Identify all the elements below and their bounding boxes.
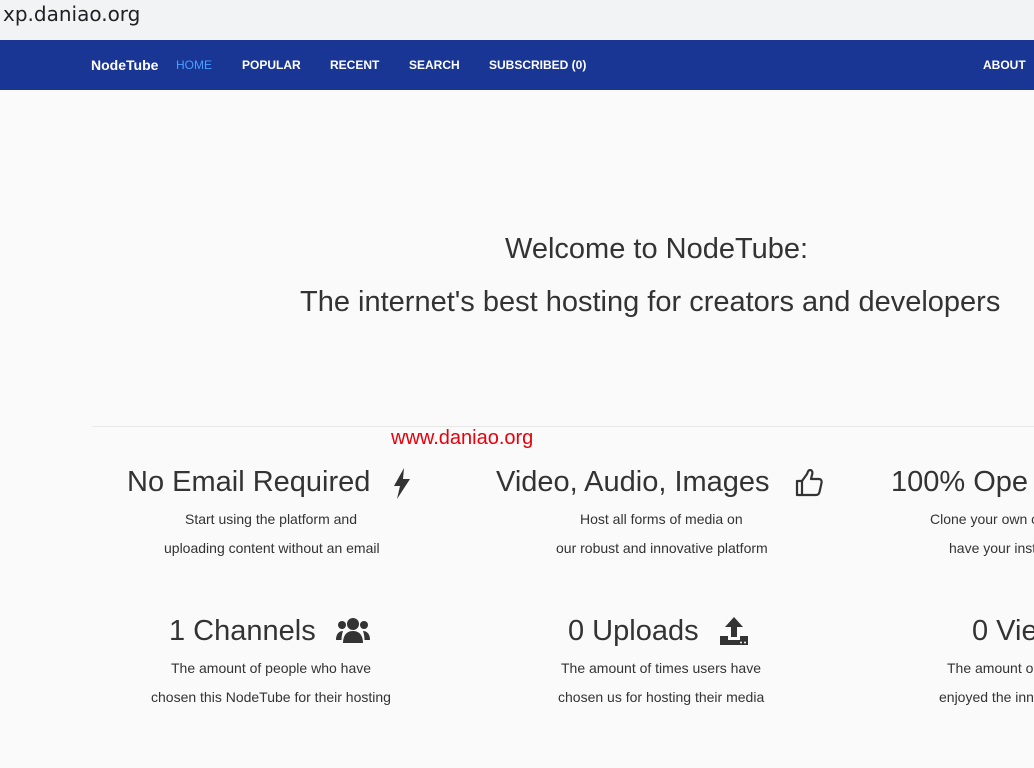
feature-title-no-email: No Email Required [127,466,371,498]
nav-recent[interactable]: RECENT [330,40,379,90]
nav-search[interactable]: SEARCH [409,40,460,90]
upload-icon [720,617,748,645]
feature-desc-open-source-1: Clone your own c [930,511,1034,527]
stat-title-uploads: 0 Uploads [568,615,699,647]
stat-desc-channels-2: chosen this NodeTube for their hosting [151,689,391,705]
brand-link[interactable]: NodeTube [91,40,158,90]
browser-url-bar[interactable]: xp.daniao.org [0,0,1034,40]
users-icon [336,618,370,643]
thumbs-up-icon [795,469,823,497]
nav-about[interactable]: ABOUT [983,40,1026,90]
hero-subtitle: The internet's best hosting for creators… [300,286,1001,318]
stat-desc-channels-1: The amount of people who have [171,660,372,676]
nav-subscribed[interactable]: SUBSCRIBED (0) [489,40,586,90]
hero-title: Welcome to NodeTube: [505,233,809,265]
feature-title-media: Video, Audio, Images [496,466,770,498]
top-navbar: NodeTube HOME POPULAR RECENT SEARCH SUBS… [0,40,1034,90]
nav-home[interactable]: HOME [176,40,212,90]
section-divider [92,426,1034,427]
feature-desc-media-1: Host all forms of media on [580,511,743,527]
feature-desc-no-email-1: Start using the platform and [185,511,357,527]
stat-title-views: 0 Vie [972,615,1034,647]
stat-desc-uploads-2: chosen us for hosting their media [558,689,765,705]
feature-desc-media-2: our robust and innovative platform [556,540,768,556]
bolt-icon [394,468,410,499]
feature-title-open-source: 100% Ope [891,466,1029,498]
stat-desc-views-2: enjoyed the inn [939,689,1034,705]
stat-desc-views-1: The amount o [947,660,1034,676]
feature-desc-open-source-2: have your inst [949,540,1034,556]
feature-desc-no-email-2: uploading content without an email [164,540,380,556]
nav-popular[interactable]: POPULAR [242,40,301,90]
url-text[interactable]: xp.daniao.org [3,2,140,26]
stat-title-channels: 1 Channels [169,615,316,647]
stat-desc-uploads-1: The amount of times users have [561,660,761,676]
watermark-text: www.daniao.org [391,427,534,449]
